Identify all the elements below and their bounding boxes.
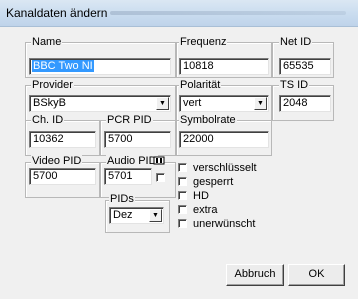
video-pid-label: Video PID [31, 155, 83, 167]
provider-value: BSkyB [33, 97, 67, 109]
provider-select[interactable]: BSkyB ▼ [29, 95, 171, 112]
pids-value: Dez [113, 209, 133, 221]
frequenz-field[interactable]: 10818 [179, 58, 269, 75]
polaritaet-value: vert [183, 97, 202, 109]
checkbox-label: HD [193, 190, 209, 202]
audio-pid-field[interactable]: 5701 [104, 168, 152, 185]
provider-label: Provider [31, 79, 74, 91]
frequenz-label: Frequenz [179, 36, 228, 48]
cancel-button[interactable]: Abbruch [226, 264, 284, 286]
symbolrate-label: Symbolrate [179, 114, 237, 126]
net-id-field[interactable]: 65535 [279, 58, 331, 75]
checkbox-label: unerwünscht [193, 218, 256, 230]
pids-select[interactable]: Dez ▼ [109, 207, 164, 224]
audio-pid-label: Audio PID [106, 155, 158, 167]
pids-label: PIDs [109, 193, 135, 205]
ts-id-label: TS ID [279, 79, 310, 91]
checkbox-box[interactable] [178, 205, 187, 214]
name-value: BBC Two NI [32, 60, 94, 72]
checkbox-box[interactable] [178, 219, 187, 228]
checkbox-box[interactable] [178, 191, 187, 200]
net-id-label: Net ID [279, 36, 313, 48]
checkbox-box[interactable] [178, 163, 187, 172]
window-title: Kanaldaten ändern [6, 6, 108, 20]
audio-pid-checkbox[interactable] [156, 173, 165, 182]
chevron-down-icon[interactable]: ▼ [254, 97, 267, 110]
checkbox-label: extra [193, 204, 218, 216]
name-label: Name [31, 36, 63, 48]
symbolrate-field[interactable]: 22000 [179, 131, 269, 148]
title-bar-blur [110, 11, 346, 15]
ok-button[interactable]: OK [288, 264, 345, 286]
pcr-pid-label: PCR PID [106, 114, 153, 126]
ts-id-field[interactable]: 2048 [279, 95, 331, 112]
ch-id-label: Ch. ID [31, 114, 65, 126]
pcr-pid-field[interactable]: 5700 [104, 131, 171, 148]
ch-id-field[interactable]: 10362 [29, 131, 96, 148]
checkbox-box[interactable] [178, 177, 187, 186]
polaritaet-select[interactable]: vert ▼ [179, 95, 269, 112]
title-bar: Kanaldaten ändern [0, 0, 358, 27]
audio-pid-icon[interactable] [153, 156, 165, 165]
video-pid-field[interactable]: 5700 [29, 168, 96, 185]
checkbox-label: verschlüsselt [193, 162, 257, 174]
chevron-down-icon[interactable]: ▼ [156, 97, 169, 110]
checkbox-label: gesperrt [193, 176, 234, 188]
chevron-down-icon[interactable]: ▼ [149, 209, 162, 222]
name-field[interactable]: BBC Two NI [29, 58, 171, 75]
polaritaet-label: Polarität [179, 79, 222, 91]
